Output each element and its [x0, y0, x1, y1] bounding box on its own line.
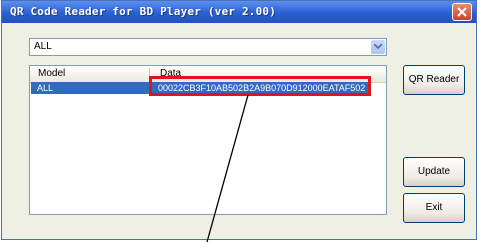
callout-line [206, 94, 249, 242]
